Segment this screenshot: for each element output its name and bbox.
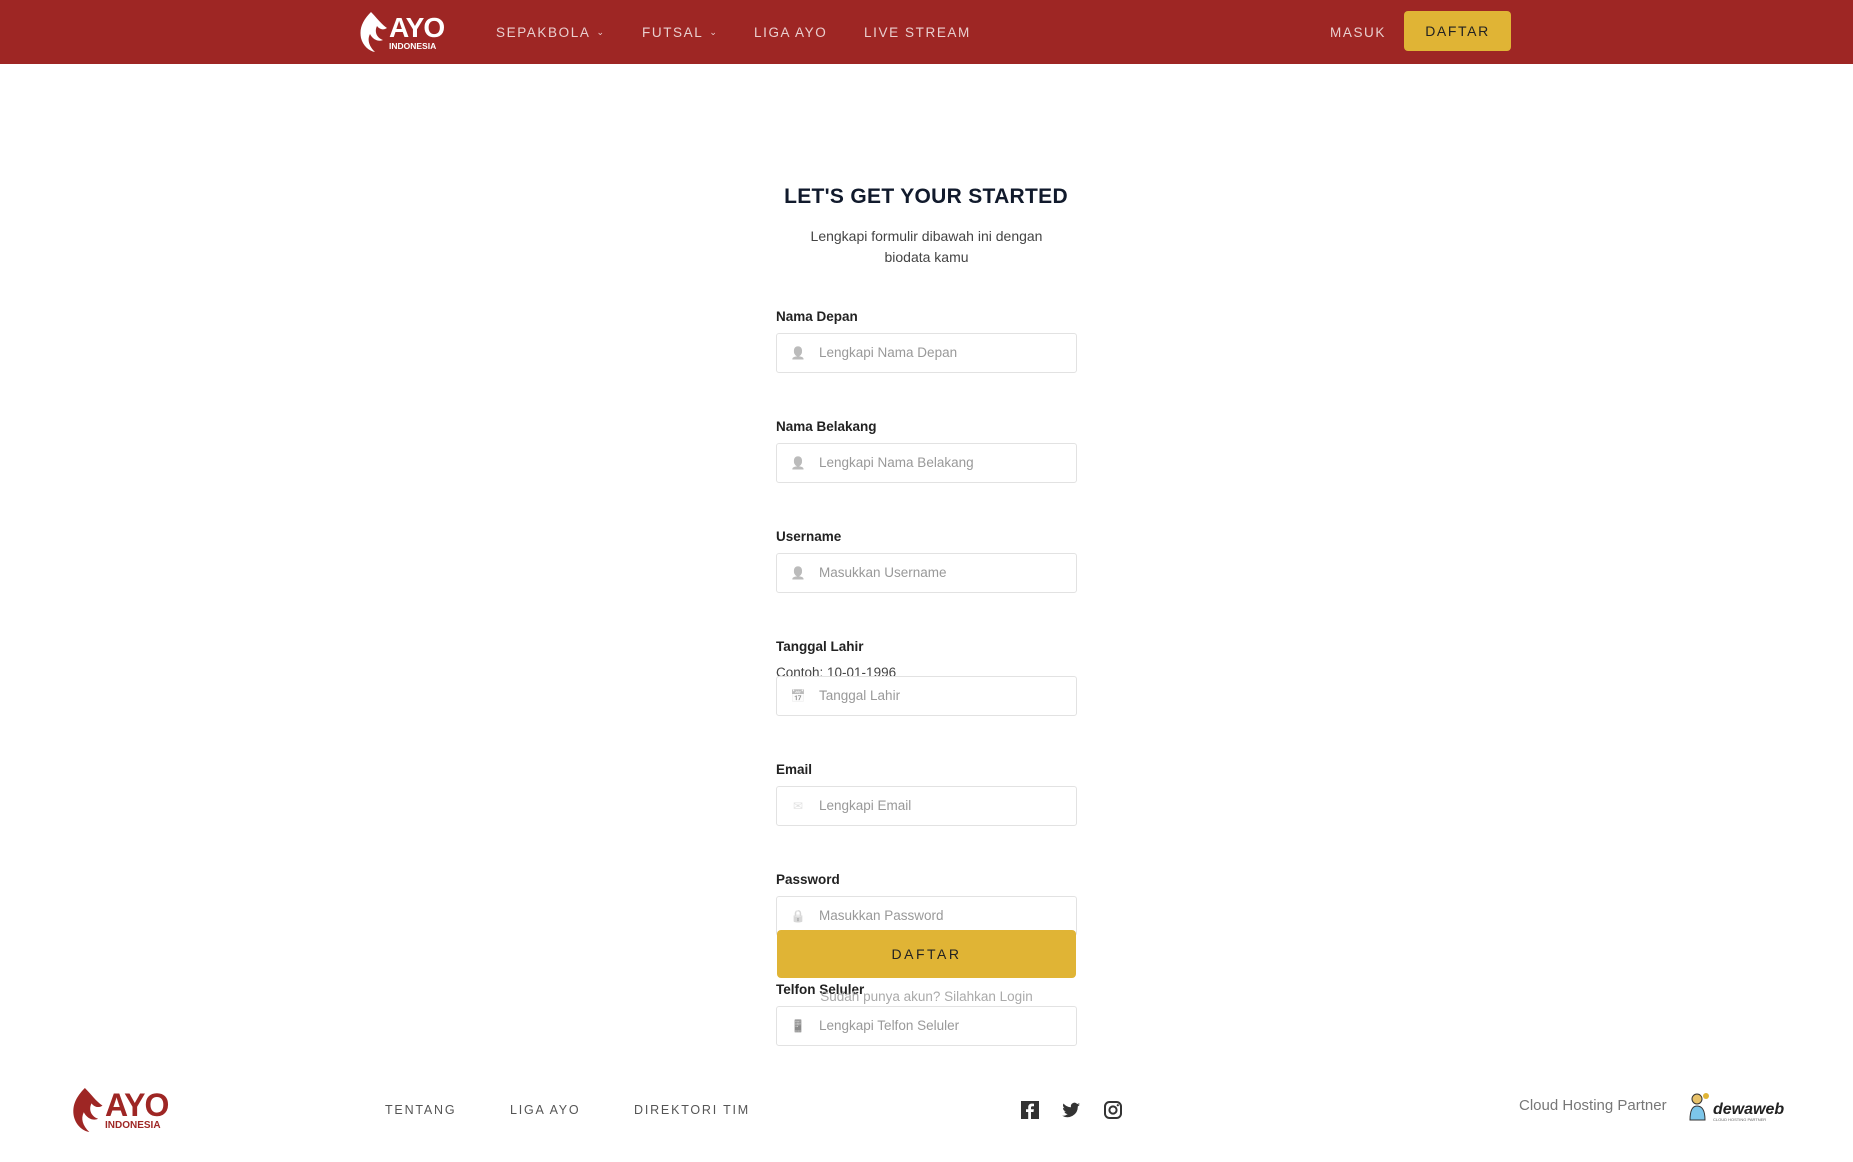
ayo-logo[interactable]: AYO INDONESIA [357, 11, 445, 52]
text-input[interactable] [819, 554, 1069, 592]
field-telfon-seluler[interactable]: 📱 Lengkapi Telfon Seluler [776, 1006, 1077, 1046]
user-icon: 👤 [790, 566, 806, 580]
instagram-icon[interactable] [1103, 1100, 1123, 1120]
text-input[interactable] [819, 334, 1069, 372]
user-icon: 👤 [790, 456, 806, 470]
logo-text: AYO [105, 1087, 169, 1123]
nav-futsal[interactable]: FUTSAL ⌄ [642, 0, 719, 64]
text-input[interactable] [819, 677, 1069, 715]
footer-link-tentang[interactable]: TENTANG [385, 1103, 456, 1117]
nav-sepakbola[interactable]: SEPAKBOLA ⌄ [496, 0, 606, 64]
field-label: Password [776, 872, 840, 887]
dewaweb-mascot-icon [1689, 1093, 1709, 1121]
lock-icon: 🔒 [790, 909, 806, 923]
top-navbar: AYO INDONESIA SEPAKBOLA ⌄ FUTSAL ⌄ LIGA AYO… [0, 0, 1853, 64]
mobile-icon: 📱 [790, 1019, 806, 1033]
login-link[interactable]: Sudah punya akun? Silahkan Login [776, 989, 1077, 1004]
calendar-icon: 📅 [790, 689, 806, 703]
dewaweb-name: dewaweb [1713, 1101, 1785, 1118]
cloud-hosting-partner-label: Cloud Hosting Partner [1519, 1097, 1667, 1114]
text-input[interactable] [819, 1007, 1069, 1045]
masuk-link[interactable]: MASUK [1330, 0, 1386, 64]
field-label: Tanggal Lahir [776, 639, 864, 654]
field-email[interactable]: ✉ Lengkapi Email [776, 786, 1077, 826]
field-tanggal-lahir[interactable]: 📅 Tanggal Lahir [776, 676, 1077, 716]
subtitle-line: Lengkapi formulir dibawah ini dengan [810, 228, 1043, 244]
subtitle-line: biodata kamu [884, 249, 969, 265]
facebook-icon[interactable] [1020, 1100, 1040, 1120]
logo-subtext: INDONESIA [105, 1120, 161, 1131]
page-subtitle: Lengkapi formulir dibawah ini dengan biod… [776, 226, 1077, 268]
nav-label: SEPAKBOLA [496, 24, 591, 40]
text-input[interactable] [819, 787, 1069, 825]
chevron-down-icon: ⌄ [596, 26, 606, 37]
field-label: Username [776, 529, 842, 544]
nav-liga-ayo[interactable]: LIGA AYO [754, 0, 827, 64]
daftar-header-button[interactable]: DAFTAR [1404, 11, 1511, 51]
field-username[interactable]: 👤 Masukkan Username [776, 553, 1077, 593]
field-nama-depan[interactable]: 👤 Lengkapi Nama Depan [776, 333, 1077, 373]
eagle-icon [360, 12, 387, 52]
field-label: Email [776, 762, 813, 777]
dewaweb-tagline: CLOUD HOSTING PARTNER [1713, 1117, 1767, 1122]
user-icon: 👤 [790, 346, 806, 360]
daftar-submit-button[interactable]: DAFTAR [777, 930, 1076, 978]
envelope-icon: ✉ [792, 799, 804, 813]
text-input[interactable] [819, 444, 1069, 482]
field-label: Nama Belakang [776, 419, 877, 434]
twitter-icon[interactable] [1061, 1100, 1081, 1120]
logo-text: AYO [389, 11, 445, 43]
field-nama-belakang[interactable]: 👤 Lengkapi Nama Belakang [776, 443, 1077, 483]
footer-link-liga-ayo[interactable]: LIGA AYO [510, 1103, 580, 1117]
eagle-icon [73, 1088, 103, 1132]
footer-logo[interactable]: AYO INDONESIA [69, 1087, 169, 1132]
footer-link-direktori-tim[interactable]: DIREKTORI TIM [634, 1103, 750, 1117]
chevron-down-icon: ⌄ [709, 26, 719, 37]
field-label: Nama Depan [776, 309, 858, 324]
nav-live-stream[interactable]: LIVE STREAM [864, 0, 971, 64]
nav-label: LIGA AYO [754, 24, 828, 40]
page-title: LET'S GET YOUR STARTED [784, 185, 1068, 208]
nav-label: FUTSAL [642, 24, 704, 40]
dewaweb-logo[interactable]: dewaweb CLOUD HOSTING PARTNER [1688, 1092, 1784, 1122]
logo-subtext: INDONESIA [389, 40, 437, 51]
nav-label: LIVE STREAM [864, 24, 971, 40]
